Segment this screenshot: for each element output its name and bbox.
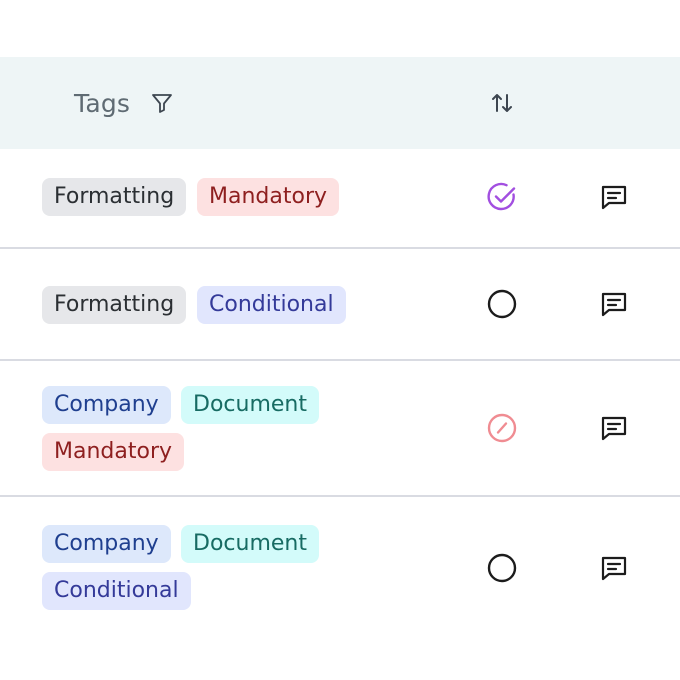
sort-icon[interactable]	[489, 90, 515, 116]
check-circle-icon[interactable]	[485, 180, 519, 214]
tag-company[interactable]: Company	[42, 525, 171, 563]
tag-formatting[interactable]: Formatting	[42, 178, 187, 216]
comment-icon[interactable]	[599, 182, 629, 212]
tag-company[interactable]: Company	[42, 386, 171, 424]
tag-document[interactable]: Document	[181, 525, 319, 563]
tag-conditional[interactable]: Conditional	[197, 286, 346, 324]
tag-mandatory[interactable]: Mandatory	[42, 433, 185, 471]
table-row[interactable]	[0, 361, 680, 495]
tag-mandatory[interactable]: Mandatory	[197, 178, 340, 216]
comment-icon[interactable]	[599, 553, 629, 583]
comment-icon[interactable]	[599, 413, 629, 443]
tag-document[interactable]: Document	[181, 386, 319, 424]
tag-formatting[interactable]: Formatting	[42, 286, 187, 324]
blocked-circle-icon[interactable]	[485, 411, 519, 445]
empty-circle-icon[interactable]	[485, 287, 519, 321]
filter-icon[interactable]	[150, 91, 174, 115]
table-row[interactable]	[0, 497, 680, 637]
comment-icon[interactable]	[599, 289, 629, 319]
empty-circle-icon[interactable]	[485, 551, 519, 585]
tag-conditional[interactable]: Conditional	[42, 572, 191, 610]
tags-column-header[interactable]: Tags	[74, 88, 130, 120]
